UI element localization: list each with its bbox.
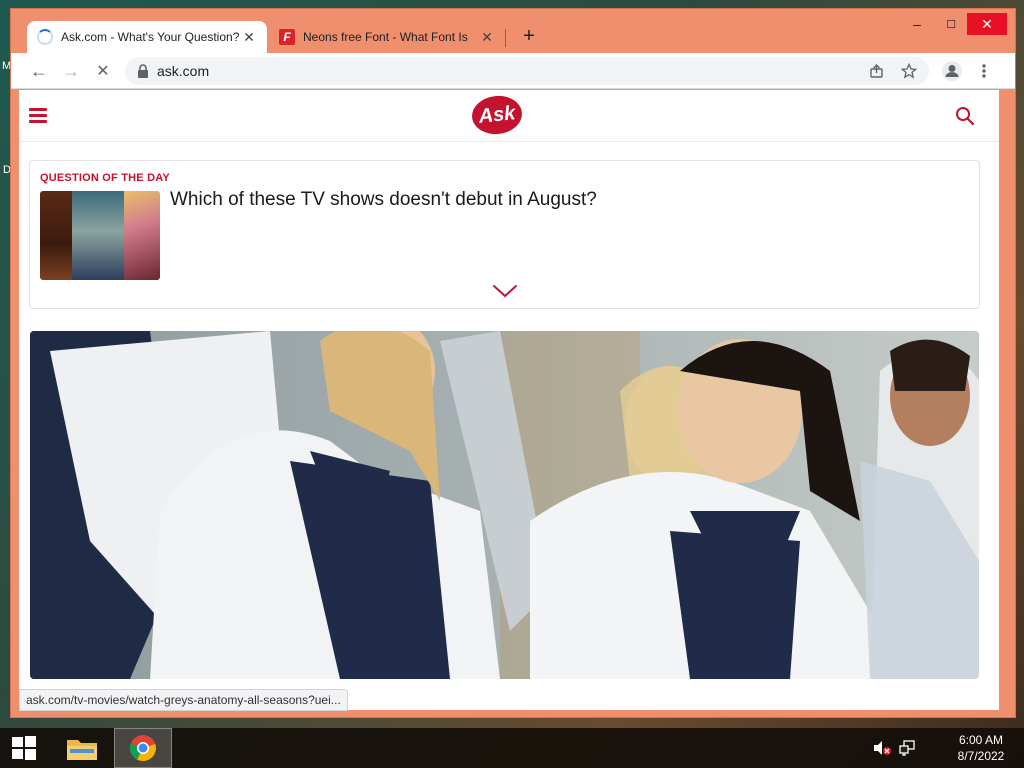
network-icon[interactable] [896,728,918,768]
windows-logo-icon [12,736,36,760]
back-button[interactable]: ← [27,59,51,83]
file-explorer-button[interactable] [58,728,106,768]
close-tab-icon[interactable]: ✕ [479,29,495,46]
browser-toolbar: ← → ✕ ask.com [11,53,1015,89]
chevron-down-icon[interactable] [492,283,518,299]
volume-muted-icon[interactable] [870,728,894,768]
qotd-question: Which of these TV shows doesn't debut in… [170,189,597,210]
close-window-button[interactable]: ✕ [967,13,1007,35]
article-hero-image[interactable] [30,331,979,679]
menu-kebab-icon[interactable] [981,63,987,79]
folder-icon [67,740,97,760]
close-tab-icon[interactable]: ✕ [241,29,257,46]
clock-time: 6:00 AM [958,733,1004,747]
ask-logo[interactable]: Ask [470,93,524,137]
loading-spinner-icon [37,29,53,45]
question-of-the-day-card[interactable]: QUESTION OF THE DAY Which of these TV sh… [29,160,980,309]
taskbar: 6:00 AM 8/7/2022 [0,728,1024,768]
new-tab-button[interactable]: + [517,25,541,48]
browser-window: Ask.com - What's Your Question? ✕ F Neon… [10,8,1016,718]
qotd-thumbnail-image [40,191,160,280]
bookmark-star-icon[interactable] [901,63,917,79]
status-url-bubble: ask.com/tv-movies/watch-greys-anatomy-al… [19,689,348,711]
tab-ask[interactable]: Ask.com - What's Your Question? ✕ [27,21,267,53]
tab-title: Ask.com - What's Your Question? [61,30,240,44]
doctors-photo [30,331,979,679]
tab-neons-font[interactable]: F Neons free Font - What Font Is ✕ [269,21,505,53]
hamburger-menu-icon[interactable] [29,108,47,123]
chrome-taskbar-button[interactable] [114,728,172,768]
url-text: ask.com [157,63,210,79]
start-button[interactable] [0,728,48,768]
clock-date: 8/7/2022 [957,749,1005,763]
whatfontis-favicon-icon: F [279,29,295,45]
search-icon[interactable] [955,106,975,126]
qotd-label: QUESTION OF THE DAY [40,172,170,184]
chrome-icon [129,735,156,762]
profile-avatar-icon[interactable] [941,60,963,82]
maximize-button[interactable]: ☐ [937,13,965,35]
address-bar[interactable]: ask.com [125,57,929,85]
minimize-button[interactable]: – [903,13,931,35]
ask-header: Ask [19,90,999,142]
tab-divider [505,29,506,47]
forward-button[interactable]: → [59,59,83,83]
system-clock[interactable]: 6:00 AM 8/7/2022 [946,732,1016,764]
tab-title: Neons free Font - What Font Is [303,30,468,44]
share-icon[interactable] [869,63,885,79]
page-viewport: Ask QUESTION OF THE DAY Which of these T… [19,90,999,710]
tab-strip: Ask.com - What's Your Question? ✕ F Neon… [11,9,1015,53]
stop-loading-button[interactable]: ✕ [91,59,115,83]
lock-icon [138,64,148,78]
